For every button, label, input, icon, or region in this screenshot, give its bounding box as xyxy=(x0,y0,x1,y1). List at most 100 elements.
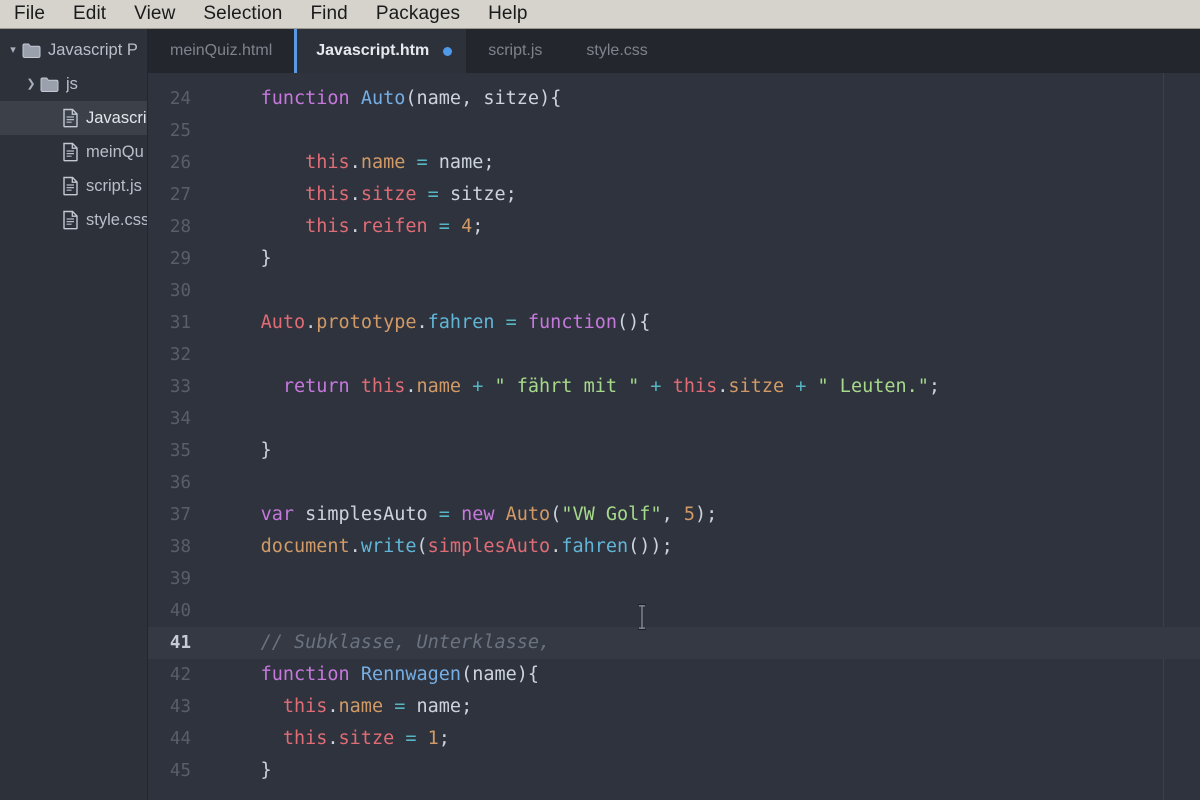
tree-item-script-js[interactable]: script.js xyxy=(0,169,147,203)
code-line[interactable]: 38 document.write(simplesAuto.fahren()); xyxy=(148,531,1200,563)
token-punc: ; xyxy=(461,696,473,717)
code-line[interactable]: 29 } xyxy=(148,243,1200,275)
token-str: " fährt mit " xyxy=(494,376,640,397)
tab-style-css[interactable]: style.css xyxy=(564,29,670,73)
code-line-content[interactable]: this.sitze = sitze; xyxy=(200,179,1200,211)
file-icon xyxy=(63,142,78,162)
code-line-content[interactable]: return this.name + " fährt mit " + this.… xyxy=(200,371,1200,403)
tab-script-js[interactable]: script.js xyxy=(466,29,565,73)
code-line[interactable]: 31 Auto.prototype.fahren = function(){ xyxy=(148,307,1200,339)
menu-item-help[interactable]: Help xyxy=(474,0,541,28)
code-line-content[interactable]: function Auto(name, sitze){ xyxy=(200,83,1200,115)
code-line-content[interactable]: } xyxy=(200,243,1200,275)
menu-item-view[interactable]: View xyxy=(120,0,189,28)
token-punc xyxy=(417,184,428,205)
token-punc: ; xyxy=(472,216,484,237)
code-line-content[interactable]: Auto.prototype.fahren = function(){ xyxy=(200,307,1200,339)
line-number: 39 xyxy=(169,569,191,589)
project-tree-sidebar[interactable]: ▾ Javascript P ❯ js Javascrip meinQu script.js… xyxy=(0,29,148,800)
code-line[interactable]: 32 xyxy=(148,339,1200,371)
token-punc: . xyxy=(349,152,361,173)
editor-tab-bar[interactable]: meinQuiz.html Javascript.htm script.js styl… xyxy=(148,29,1200,73)
token-punc xyxy=(428,216,439,237)
code-line[interactable]: 26 this.name = name; xyxy=(148,147,1200,179)
file-icon xyxy=(62,176,79,196)
token-punc: . xyxy=(327,728,339,749)
code-line[interactable]: 39 xyxy=(148,563,1200,595)
code-line[interactable]: 33 return this.name + " fährt mit " + th… xyxy=(148,371,1200,403)
tab-meinquiz-html[interactable]: meinQuiz.html xyxy=(148,29,295,73)
chevron-down-icon[interactable]: ▾ xyxy=(4,44,22,56)
line-number: 27 xyxy=(169,185,191,205)
code-line[interactable]: 36 xyxy=(148,467,1200,499)
code-line[interactable]: 37 var simplesAuto = new Auto("VW Golf",… xyxy=(148,499,1200,531)
code-line-content[interactable]: } xyxy=(200,755,1200,787)
tab-modified-indicator-icon[interactable] xyxy=(443,46,453,56)
tab-label: Javascript.htm xyxy=(316,42,430,59)
code-line[interactable]: 25 xyxy=(148,115,1200,147)
code-line[interactable]: 44 this.sitze = 1; xyxy=(148,723,1200,755)
token-op: = xyxy=(438,216,450,237)
tree-item-javascript-p[interactable]: ▾ Javascript P xyxy=(0,33,147,67)
code-line-content[interactable]: this.name = name; xyxy=(200,147,1200,179)
token-punc xyxy=(405,152,416,173)
line-number: 29 xyxy=(169,249,191,269)
menu-item-file[interactable]: File xyxy=(8,0,59,28)
token-punc xyxy=(428,152,439,173)
code-line-content[interactable]: this.sitze = 1; xyxy=(200,723,1200,755)
token-punc: ()); xyxy=(628,536,673,557)
code-line-content[interactable]: this.reifen = 4; xyxy=(200,211,1200,243)
code-line[interactable]: 24 function Auto(name, sitze){ xyxy=(148,83,1200,115)
code-line-content[interactable]: this.name = name; xyxy=(200,691,1200,723)
menu-item-selection[interactable]: Selection xyxy=(189,0,296,28)
line-number: 45 xyxy=(169,761,191,781)
token-punc xyxy=(494,312,505,333)
menu-item-edit[interactable]: Edit xyxy=(59,0,120,28)
code-line-content[interactable]: var simplesAuto = new Auto("VW Golf", 5)… xyxy=(200,499,1200,531)
token-num: 4 xyxy=(461,216,473,237)
tree-item-meinqu[interactable]: meinQu xyxy=(0,135,147,169)
tree-item-label: script.js xyxy=(86,176,142,195)
token-punc xyxy=(662,376,673,397)
token-punc xyxy=(216,504,261,525)
token-punc: . xyxy=(305,312,317,333)
code-line[interactable]: 27 this.sitze = sitze; xyxy=(148,179,1200,211)
tab-label: script.js xyxy=(488,42,543,59)
token-param: name xyxy=(438,152,484,173)
tab-javascript-htm[interactable]: Javascript.htm xyxy=(294,29,467,73)
code-line[interactable]: 40 xyxy=(148,595,1200,627)
code-line[interactable]: 41 // Subklasse, Unterklasse, xyxy=(148,627,1200,659)
code-editor-pane[interactable]: 24 function Auto(name, sitze){25 26 this.… xyxy=(148,73,1200,800)
token-op: + xyxy=(795,376,807,397)
token-punc: ( xyxy=(405,88,417,109)
code-line[interactable]: 42 function Rennwagen(name){ xyxy=(148,659,1200,691)
menu-item-packages[interactable]: Packages xyxy=(362,0,474,28)
token-punc xyxy=(216,152,305,173)
code-line-content[interactable]: document.write(simplesAuto.fahren()); xyxy=(200,531,1200,563)
code-line[interactable]: 45 } xyxy=(148,755,1200,787)
code-line-content[interactable]: // Subklasse, Unterklasse, xyxy=(200,627,1200,659)
code-line[interactable]: 35 } xyxy=(148,435,1200,467)
tree-item-javascrip[interactable]: Javascrip xyxy=(0,101,147,135)
code-lines-container[interactable]: 24 function Auto(name, sitze){25 26 this.… xyxy=(148,73,1200,787)
code-line[interactable]: 30 xyxy=(148,275,1200,307)
line-number: 44 xyxy=(169,729,191,749)
tree-item-label: meinQu xyxy=(86,142,144,161)
token-this: simplesAuto xyxy=(427,536,551,557)
token-prop: Auto xyxy=(505,504,551,525)
code-line-content[interactable]: function Rennwagen(name){ xyxy=(200,659,1200,691)
tree-item-js[interactable]: ❯ js xyxy=(0,67,147,101)
code-line-content[interactable]: } xyxy=(200,435,1200,467)
chevron-right-icon[interactable]: ❯ xyxy=(22,78,40,90)
tree-item-style-css[interactable]: style.css xyxy=(0,203,147,237)
token-punc xyxy=(216,728,283,749)
token-prop: prototype xyxy=(316,312,417,333)
code-line[interactable]: 28 this.reifen = 4; xyxy=(148,211,1200,243)
tab-label: meinQuiz.html xyxy=(170,42,273,59)
menu-item-find[interactable]: Find xyxy=(296,0,361,28)
code-line[interactable]: 43 this.name = name; xyxy=(148,691,1200,723)
token-punc: ; xyxy=(483,152,495,173)
code-line[interactable]: 34 xyxy=(148,403,1200,435)
token-punc: } xyxy=(216,248,272,269)
token-op: = xyxy=(505,312,517,333)
